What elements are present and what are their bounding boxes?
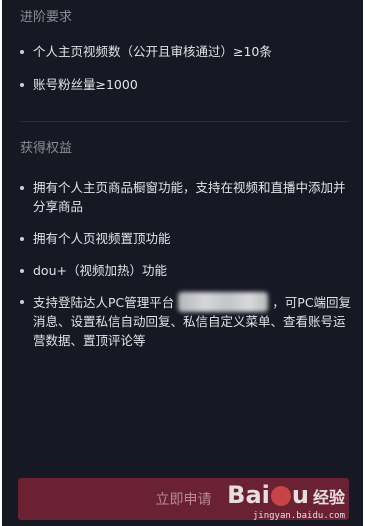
bullet-icon — [20, 237, 24, 241]
watermark-logo: Bai u 经验 — [227, 481, 345, 509]
benefit-text-part1: 支持登陆达人PC管理平台 — [33, 295, 175, 310]
bullet-icon — [20, 83, 24, 87]
bullet-icon — [20, 269, 24, 273]
benefit-text: 支持登陆达人PC管理平台 ，可PC端回复消息、设置私信自动回复、私信自定义菜单、查… — [33, 292, 352, 350]
watermark-url: jingyan.baidu.com — [252, 511, 345, 521]
bullet-icon — [20, 186, 24, 190]
requirement-item: 账号粉丝量≥1000 — [20, 75, 352, 94]
benefit-text: 拥有个人主页商品橱窗功能，支持在视频和直播中添加并分享商品 — [33, 180, 346, 214]
benefit-item: 拥有个人主页商品橱窗功能，支持在视频和直播中添加并分享商品 — [20, 178, 352, 216]
paw-icon — [270, 486, 291, 506]
bullet-icon — [20, 50, 24, 54]
benefits-title: 获得权益 — [20, 141, 73, 156]
baidu-jingyan-watermark: Bai u 经验 jingyan.baidu.com — [227, 482, 345, 522]
benefit-text: dou+（视频加热）功能 — [33, 263, 167, 278]
screen: 进阶要求 个人主页视频数（公开且审核通过）≥10条 账号粉丝量≥1000 获得权… — [2, 0, 363, 526]
requirement-text: 账号粉丝量≥1000 — [33, 77, 138, 92]
benefit-item: dou+（视频加热）功能 — [20, 261, 352, 280]
requirement-item: 个人主页视频数（公开且审核通过）≥10条 — [20, 42, 352, 61]
requirement-text: 个人主页视频数（公开且审核通过）≥10条 — [33, 44, 272, 59]
benefit-item: 支持登陆达人PC管理平台 ，可PC端回复消息、设置私信自动回复、私信自定义菜单、查… — [20, 292, 352, 350]
requirements-title: 进阶要求 — [20, 10, 73, 25]
benefit-text: 拥有个人页视频置顶功能 — [33, 231, 171, 246]
bullet-icon — [20, 300, 24, 304]
redacted-blur — [178, 292, 269, 312]
benefit-item: 拥有个人页视频置顶功能 — [20, 229, 352, 248]
section-divider — [20, 121, 349, 122]
